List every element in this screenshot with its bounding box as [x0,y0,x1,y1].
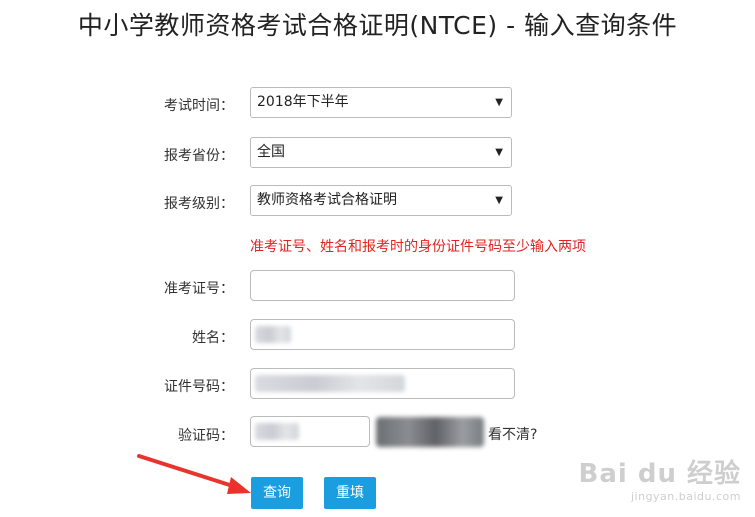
ticket-no-input[interactable] [250,270,515,301]
blurred-name-value [255,326,291,343]
blurred-id-value [255,375,405,392]
name-label: 姓名： [192,330,234,346]
captcha-image[interactable] [376,417,484,447]
name-input[interactable] [250,319,515,350]
province-label: 报考省份： [164,148,234,164]
province-value: 全国 [257,144,285,160]
input-hint: 准考证号、姓名和报考时的身份证件号码至少输入两项 [250,239,586,255]
dropdown-arrow-icon: ▼ [495,97,503,108]
captcha-input[interactable] [250,416,370,447]
reset-button[interactable]: 重填 [324,477,376,509]
id-no-input[interactable] [250,368,515,399]
dropdown-arrow-icon: ▼ [495,147,503,158]
province-select[interactable]: 全国 ▼ [250,137,512,168]
dropdown-arrow-icon: ▼ [495,195,503,206]
baidu-jingyan-watermark: Bai du 经验 jingyan.baidu.com [579,453,742,503]
annotation-arrow-icon [137,454,251,494]
level-value: 教师资格考试合格证明 [257,192,397,208]
page-title: 中小学教师资格考试合格证明(NTCE) - 输入查询条件 [77,11,678,40]
captcha-label: 验证码： [178,428,234,444]
level-label: 报考级别： [164,196,234,212]
exam-time-value: 2018年下半年 [257,94,349,110]
watermark-url: jingyan.baidu.com [630,490,741,503]
watermark-logo-text: Bai du 经验 [578,459,741,489]
exam-time-label: 考试时间： [164,98,234,114]
level-select[interactable]: 教师资格考试合格证明 ▼ [250,185,512,216]
refresh-captcha-link[interactable]: 看不清? [488,424,537,444]
exam-time-select[interactable]: 2018年下半年 ▼ [250,87,512,118]
id-no-label: 证件号码： [164,379,234,395]
blurred-captcha-value [255,423,299,440]
query-button[interactable]: 查询 [251,477,303,509]
ticket-no-label: 准考证号： [164,281,234,297]
